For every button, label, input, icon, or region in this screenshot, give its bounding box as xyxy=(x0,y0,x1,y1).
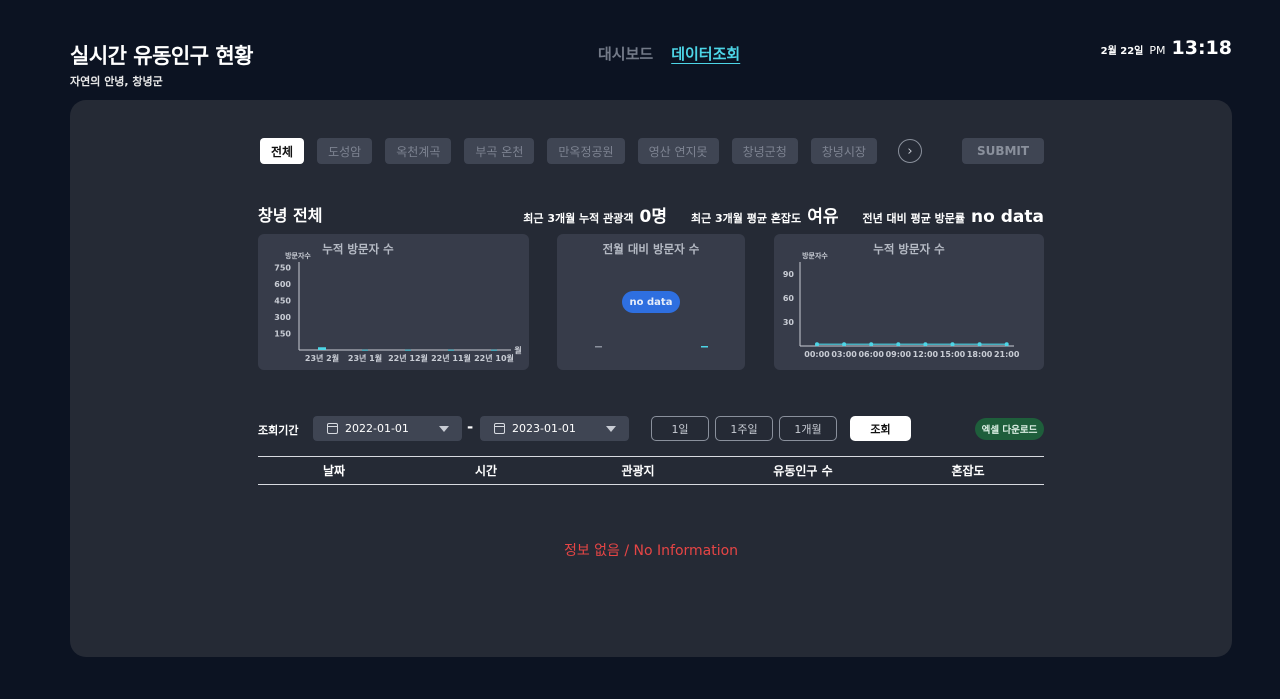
chip-all[interactable]: 전체 xyxy=(260,138,305,164)
chip-changnyeong-county-office[interactable]: 창녕군청 xyxy=(731,138,798,164)
end-date-picker[interactable]: 2023-01-01 xyxy=(480,416,629,441)
app-subtitle: 자연의 안녕, 창녕군 xyxy=(70,75,163,88)
bar xyxy=(595,346,602,348)
period-1week-button[interactable]: 1주일 xyxy=(715,416,773,441)
app-title: 실시간 유동인구 현황 xyxy=(70,44,254,68)
excel-download-button[interactable]: 엑셀 다운로드 xyxy=(975,418,1044,440)
query-period-label: 조회기간 xyxy=(258,424,299,437)
chart-card-monthly: 누적 방문자 수 방문자수 150 300 450 600 750 월 23년 2월 23년 1… xyxy=(258,234,529,370)
chip-okcheon-valley[interactable]: 옥천계곡 xyxy=(385,138,452,164)
period-1day-button[interactable]: 1일 xyxy=(651,416,709,441)
location-chips: 전체 도성암 옥천계곡 부곡 온천 만옥정공원 영산 연지못 창녕군청 창녕시장 xyxy=(260,138,877,164)
start-date-value: 2022-01-01 xyxy=(345,422,409,435)
section-title: 창녕 전체 xyxy=(258,206,323,225)
app-root: 실시간 유동인구 현황 자연의 안녕, 창녕군 대시보드 데이터조회 2월 22… xyxy=(0,0,1280,699)
tab-data-query[interactable]: 데이터조회 xyxy=(671,43,740,64)
chip-doseongam[interactable]: 도성암 xyxy=(317,138,373,164)
stat-value-visit-rate: no data xyxy=(971,207,1044,227)
calendar-icon xyxy=(494,423,505,434)
data-point xyxy=(815,342,819,347)
y-tick-label: 150 xyxy=(274,330,291,339)
x-tick-label: 22년 10월 xyxy=(474,353,514,363)
range-separator: - xyxy=(467,418,474,436)
x-axis-label: 월 xyxy=(514,345,521,355)
col-time: 시간 xyxy=(474,464,498,478)
y-tick-label: 90 xyxy=(783,270,795,279)
col-date: 날짜 xyxy=(322,464,346,478)
x-tick-label: 22년 12월 xyxy=(388,353,428,363)
x-tick-label: 18:00 xyxy=(967,350,993,359)
x-tick-label: 03:00 xyxy=(831,350,857,359)
x-tick-label: 12:00 xyxy=(913,350,939,359)
table-header: 날짜 시간 관광지 유동인구 수 혼잡도 xyxy=(258,456,1044,485)
data-point xyxy=(950,342,955,347)
period-1month-button[interactable]: 1개월 xyxy=(779,416,837,441)
chip-bugok-hotspring[interactable]: 부곡 온천 xyxy=(464,138,535,164)
y-tick-label: 600 xyxy=(274,280,291,289)
mom-bar-chart xyxy=(595,346,708,348)
end-date-value: 2023-01-01 xyxy=(512,422,576,435)
x-tick-label: 06:00 xyxy=(858,350,884,359)
y-tick-label: 300 xyxy=(274,313,291,322)
stat-label-visit-rate: 전년 대비 평균 방문률 xyxy=(862,212,966,225)
col-spot: 관광지 xyxy=(621,464,655,478)
chart-card-hourly: 누적 방문자 수 방문자수 30 60 90 00:00 03:00 06:00 09:00 1… xyxy=(774,234,1044,370)
chevron-down-icon xyxy=(606,426,616,432)
bar xyxy=(362,349,368,351)
data-point xyxy=(1004,342,1009,347)
y-tick-label: 450 xyxy=(274,297,291,306)
x-tick-label: 09:00 xyxy=(886,350,912,359)
chip-yeongsan-yeonjimot[interactable]: 영산 연지못 xyxy=(637,138,719,164)
x-tick-label: 23년 1월 xyxy=(348,353,382,363)
col-congestion: 혼잡도 xyxy=(951,464,985,478)
clock-time: 13:18 xyxy=(1171,37,1232,59)
bar xyxy=(448,349,454,351)
chip-changnyeong-market[interactable]: 창녕시장 xyxy=(810,138,877,164)
start-date-picker[interactable]: 2022-01-01 xyxy=(313,416,462,441)
clock-ampm: PM xyxy=(1149,44,1166,57)
clock: 2월 22일 PM 13:18 xyxy=(1101,37,1232,59)
x-tick-label: 00:00 xyxy=(804,350,830,359)
bar xyxy=(405,349,411,351)
hourly-line-chart: 방문자수 30 60 90 00:00 03:00 06:00 09:00 12:00 15:00… xyxy=(783,251,1020,359)
chip-manokjeong-park[interactable]: 만옥정공원 xyxy=(547,138,625,164)
data-point xyxy=(977,342,982,347)
y-tick-label: 30 xyxy=(783,318,795,327)
bar xyxy=(701,346,708,348)
calendar-icon xyxy=(327,423,338,434)
search-button[interactable]: 조회 xyxy=(850,416,911,441)
x-tick-label: 15:00 xyxy=(940,350,966,359)
chevron-right-icon[interactable]: › xyxy=(898,139,922,163)
empty-message: 정보 없음 / No Information xyxy=(563,543,739,559)
data-point xyxy=(842,342,847,347)
main-nav: 대시보드 데이터조회 xyxy=(598,43,740,64)
submit-button[interactable]: SUBMIT xyxy=(962,138,1044,164)
tab-dashboard[interactable]: 대시보드 xyxy=(598,43,653,64)
bar xyxy=(491,349,497,351)
bar xyxy=(318,347,326,350)
y-tick-label: 750 xyxy=(274,264,291,273)
data-point xyxy=(923,342,928,347)
summary-stats: 최근 3개월 누적 관광객 0명 최근 3개월 평균 혼잡도 여유 전년 대비 … xyxy=(523,202,1044,227)
col-population: 유동인구 수 xyxy=(773,464,833,478)
x-tick-label: 22년 11월 xyxy=(431,353,471,363)
x-tick-label: 21:00 xyxy=(994,350,1020,359)
y-axis-label: 방문자수 xyxy=(802,251,828,260)
chevron-down-icon xyxy=(439,426,449,432)
y-axis-label: 방문자수 xyxy=(285,251,311,260)
stat-value-congestion: 여유 xyxy=(807,207,839,227)
main-panel: 전체 도성암 옥천계곡 부곡 온천 만옥정공원 영산 연지못 창녕군청 창녕시장… xyxy=(70,100,1232,657)
clock-date: 2월 22일 xyxy=(1100,46,1144,57)
monthly-bar-chart: 방문자수150300450600750월23년 2월 23년 1월 22년 12월 2… xyxy=(274,251,521,363)
y-tick-label: 60 xyxy=(783,294,795,303)
stat-label-congestion: 최근 3개월 평균 혼잡도 xyxy=(690,212,802,225)
x-tick-label: 23년 2월 xyxy=(305,353,339,363)
data-point xyxy=(869,342,874,347)
stat-value-visitors: 0명 xyxy=(639,207,667,227)
data-point xyxy=(896,342,901,347)
chart-card-mom: 전월 대비 방문자 수 no data xyxy=(557,234,745,370)
stat-label-visitors: 최근 3개월 누적 관광객 xyxy=(523,212,634,225)
